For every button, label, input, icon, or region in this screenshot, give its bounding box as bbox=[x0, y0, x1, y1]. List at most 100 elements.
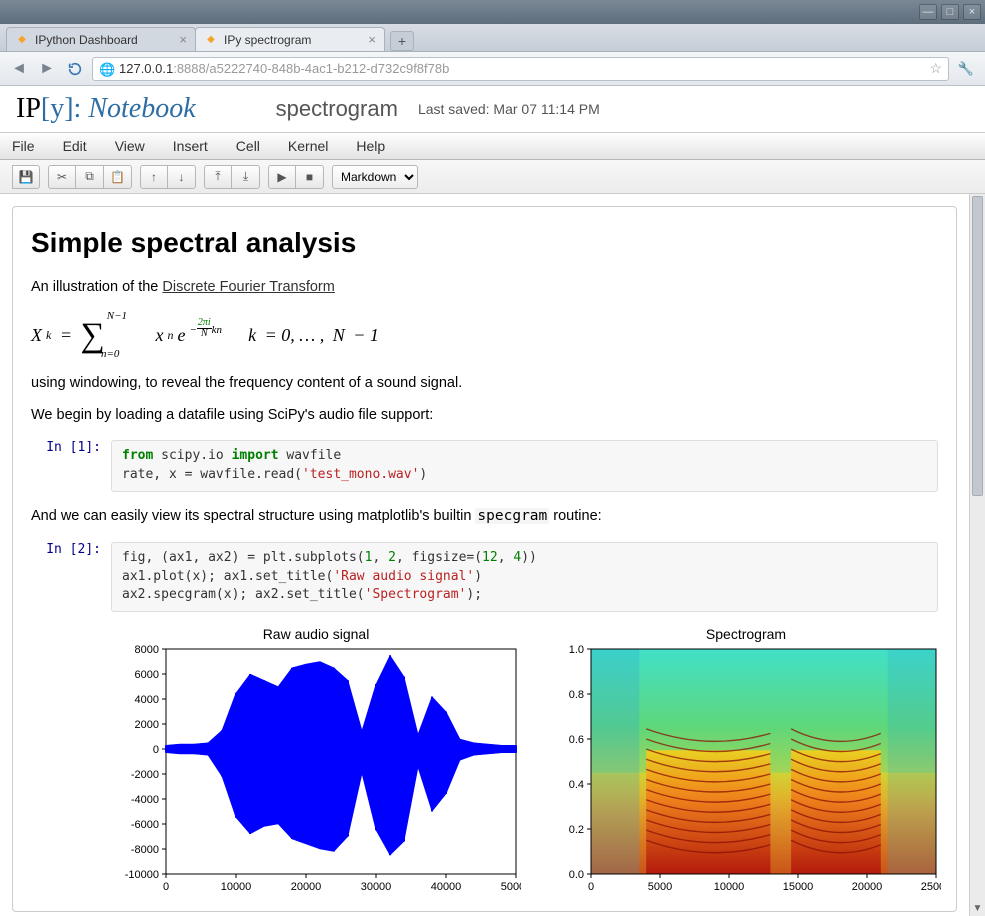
svg-text:20000: 20000 bbox=[852, 881, 883, 893]
svg-text:30000: 30000 bbox=[361, 881, 392, 893]
notebook-header: IP[y]: Notebook spectrogram Last saved: … bbox=[0, 86, 985, 132]
notebook-name[interactable]: spectrogram bbox=[276, 96, 398, 122]
insert-above-button[interactable]: ⤒ bbox=[204, 165, 232, 189]
input-prompt: In [1]: bbox=[31, 440, 111, 492]
save-icon: 💾 bbox=[19, 170, 34, 184]
last-saved-text: Last saved: Mar 07 11:14 PM bbox=[418, 101, 600, 117]
menu-help[interactable]: Help bbox=[356, 138, 385, 154]
new-tab-button[interactable]: + bbox=[390, 31, 414, 51]
code-cell-1[interactable]: In [1]: from scipy.io import wavfile rat… bbox=[31, 440, 938, 492]
reload-button[interactable] bbox=[64, 58, 86, 80]
code-cell-2[interactable]: In [2]: fig, (ax1, ax2) = plt.subplots(1… bbox=[31, 542, 938, 613]
svg-text:0: 0 bbox=[153, 744, 159, 756]
scroll-thumb[interactable] bbox=[972, 196, 983, 496]
globe-icon: 🌐 bbox=[99, 62, 113, 76]
window-close-button[interactable]: × bbox=[963, 4, 981, 20]
output-plots: Raw audio signal 01000020000300004000050… bbox=[111, 626, 938, 899]
cut-icon: ✂ bbox=[57, 170, 67, 184]
tab-close-icon[interactable]: × bbox=[368, 32, 376, 47]
browser-toolbar: ◄ ► 🌐 127.0.0.1:8888/a5222740-848b-4ac1-… bbox=[0, 52, 985, 86]
tab-close-icon[interactable]: × bbox=[179, 32, 187, 47]
window-titlebar: — □ × bbox=[0, 0, 985, 24]
browser-tab-spectrogram[interactable]: ◆ IPy spectrogram × bbox=[195, 27, 385, 51]
vertical-scrollbar[interactable]: ▲ ▼ bbox=[969, 194, 985, 916]
menu-edit[interactable]: Edit bbox=[63, 138, 87, 154]
code-input[interactable]: fig, (ax1, ax2) = plt.subplots(1, 2, fig… bbox=[111, 542, 938, 613]
ipython-logo: IP[y]: Notebook bbox=[16, 93, 196, 125]
menu-cell[interactable]: Cell bbox=[236, 138, 260, 154]
markdown-paragraph: We begin by loading a datafile using Sci… bbox=[31, 405, 938, 427]
svg-text:4000: 4000 bbox=[135, 694, 159, 706]
svg-text:0: 0 bbox=[588, 881, 594, 893]
browser-tab-dashboard[interactable]: ◆ IPython Dashboard × bbox=[6, 27, 196, 51]
forward-button[interactable]: ► bbox=[36, 58, 58, 80]
menu-view[interactable]: View bbox=[115, 138, 145, 154]
svg-text:2000: 2000 bbox=[135, 719, 159, 731]
heatmap-chart: 05000100001500020000250000.00.20.40.60.8… bbox=[551, 644, 941, 899]
svg-text:40000: 40000 bbox=[431, 881, 462, 893]
svg-text:8000: 8000 bbox=[135, 644, 159, 656]
address-bar[interactable]: 🌐 127.0.0.1:8888/a5222740-848b-4ac1-b212… bbox=[92, 57, 949, 81]
svg-text:10000: 10000 bbox=[221, 881, 252, 893]
run-button[interactable]: ▶ bbox=[268, 165, 296, 189]
favicon-icon: ◆ bbox=[15, 33, 29, 47]
svg-text:0.0: 0.0 bbox=[569, 869, 584, 881]
toolbar: 💾 ✂ ⧉ 📋 ↑ ↓ ⤒ ⤓ ▶ ■ Markdown bbox=[0, 160, 985, 194]
copy-button[interactable]: ⧉ bbox=[76, 165, 104, 189]
tab-label: IPython Dashboard bbox=[35, 33, 138, 47]
insert-above-icon: ⤒ bbox=[215, 169, 220, 184]
save-button[interactable]: 💾 bbox=[12, 165, 40, 189]
input-prompt: In [2]: bbox=[31, 542, 111, 613]
paste-button[interactable]: 📋 bbox=[104, 165, 132, 189]
bookmark-star-icon[interactable]: ☆ bbox=[929, 60, 942, 77]
svg-text:0: 0 bbox=[163, 881, 169, 893]
svg-text:25000: 25000 bbox=[921, 881, 941, 893]
window-maximize-button[interactable]: □ bbox=[941, 4, 959, 20]
svg-text:5000: 5000 bbox=[648, 881, 672, 893]
play-icon: ▶ bbox=[277, 170, 286, 184]
reload-icon bbox=[67, 61, 83, 77]
svg-text:20000: 20000 bbox=[291, 881, 322, 893]
page-content: IP[y]: Notebook spectrogram Last saved: … bbox=[0, 86, 985, 916]
svg-text:-2000: -2000 bbox=[131, 769, 159, 781]
menu-insert[interactable]: Insert bbox=[173, 138, 208, 154]
menubar: File Edit View Insert Cell Kernel Help bbox=[0, 132, 985, 160]
stop-icon: ■ bbox=[306, 170, 313, 184]
svg-text:0.6: 0.6 bbox=[569, 734, 584, 746]
plot-spectrogram: Spectrogram 05000100001500020000250000.0… bbox=[551, 626, 941, 899]
code-input[interactable]: from scipy.io import wavfile rate, x = w… bbox=[111, 440, 938, 492]
dft-link[interactable]: Discrete Fourier Transform bbox=[162, 279, 334, 295]
svg-text:-10000: -10000 bbox=[125, 869, 159, 881]
cut-button[interactable]: ✂ bbox=[48, 165, 76, 189]
line-chart: 01000020000300004000050000-10000-8000-60… bbox=[111, 644, 521, 899]
stop-button[interactable]: ■ bbox=[296, 165, 324, 189]
paste-icon: 📋 bbox=[110, 170, 125, 184]
svg-text:0.4: 0.4 bbox=[569, 779, 584, 791]
plot-raw-audio: Raw audio signal 01000020000300004000050… bbox=[111, 626, 521, 899]
markdown-paragraph: And we can easily view its spectral stru… bbox=[31, 506, 938, 528]
cell-type-select[interactable]: Markdown bbox=[332, 165, 418, 189]
move-down-button[interactable]: ↓ bbox=[168, 165, 196, 189]
copy-icon: ⧉ bbox=[85, 169, 94, 184]
back-button[interactable]: ◄ bbox=[8, 58, 30, 80]
notebook-body[interactable]: Simple spectral analysis An illustration… bbox=[0, 194, 969, 916]
menu-file[interactable]: File bbox=[12, 138, 35, 154]
settings-wrench-icon[interactable]: 🔧 bbox=[955, 58, 977, 80]
svg-text:1.0: 1.0 bbox=[569, 644, 584, 656]
insert-below-button[interactable]: ⤓ bbox=[232, 165, 260, 189]
tab-label: IPy spectrogram bbox=[224, 33, 311, 47]
markdown-paragraph: using windowing, to reveal the frequency… bbox=[31, 373, 938, 395]
math-formula: Xk = ∑N−1n=0 xne −2πiNkn k = 0, … , N − … bbox=[31, 317, 938, 355]
move-up-button[interactable]: ↑ bbox=[140, 165, 168, 189]
inline-code: specgram bbox=[475, 508, 549, 524]
markdown-heading: Simple spectral analysis bbox=[31, 227, 938, 259]
markdown-paragraph: An illustration of the Discrete Fourier … bbox=[31, 277, 938, 299]
svg-text:-4000: -4000 bbox=[131, 794, 159, 806]
favicon-icon: ◆ bbox=[204, 33, 218, 47]
arrow-up-icon: ↑ bbox=[151, 170, 157, 184]
menu-kernel[interactable]: Kernel bbox=[288, 138, 328, 154]
svg-text:0.2: 0.2 bbox=[569, 824, 584, 836]
insert-below-icon: ⤓ bbox=[243, 169, 248, 184]
scroll-down-icon[interactable]: ▼ bbox=[970, 900, 985, 916]
window-minimize-button[interactable]: — bbox=[919, 4, 937, 20]
